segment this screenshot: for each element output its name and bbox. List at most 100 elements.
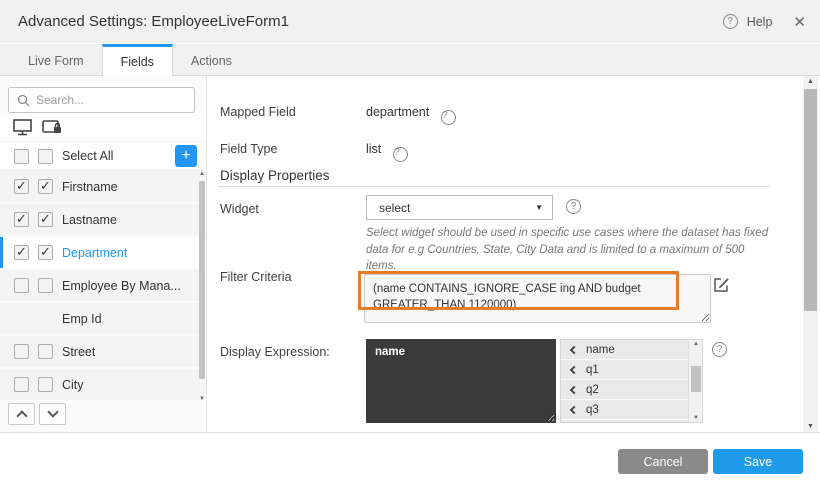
field-row-employee-by-manager[interactable]: Employee By Mana...	[0, 270, 206, 301]
scroll-up-icon[interactable]: ▲	[198, 171, 206, 177]
search-icon	[17, 94, 30, 107]
scroll-up-icon[interactable]: ▲	[689, 341, 703, 347]
filter-criteria-label: Filter Criteria	[220, 270, 292, 284]
help-label[interactable]: Help	[747, 15, 773, 29]
chevron-down-icon	[47, 406, 58, 417]
scrollbar-thumb[interactable]	[691, 366, 701, 392]
web-checkbox[interactable]	[14, 245, 29, 260]
web-checkbox[interactable]	[14, 278, 29, 293]
main-panel-scrollbar[interactable]: ▲ ▼	[803, 76, 818, 432]
expression-list-scrollbar[interactable]: ▲ ▼	[688, 340, 702, 422]
help-icon[interactable]: ?	[723, 14, 738, 29]
mobile-checkbox[interactable]	[38, 245, 53, 260]
select-all-mobile-checkbox[interactable]	[38, 149, 53, 164]
tab-fields[interactable]: Fields	[102, 44, 173, 76]
tabbar: Live Form Fields Actions	[0, 43, 820, 76]
mobile-checkbox[interactable]	[38, 212, 53, 227]
field-row-emp-id[interactable]: Emp Id	[0, 303, 206, 334]
field-row-lastname[interactable]: Lastname	[0, 204, 206, 235]
scroll-down-icon[interactable]: ▼	[803, 423, 818, 430]
content-area: Select All + Firstname Lastname Depa	[0, 76, 820, 432]
expression-field-q1[interactable]: q1	[561, 360, 689, 380]
expression-field-q3[interactable]: q3	[561, 400, 689, 420]
field-row-firstname[interactable]: Firstname	[0, 171, 206, 202]
section-divider	[218, 186, 770, 187]
scrollbar-thumb[interactable]	[804, 89, 817, 311]
web-checkbox[interactable]	[14, 344, 29, 359]
desktop-icon[interactable]	[13, 119, 32, 136]
mapped-field-value: department?	[366, 105, 456, 125]
close-icon[interactable]: ✕	[793, 13, 806, 31]
expression-fields-list: name q1 q2 q3 ▲	[560, 339, 703, 423]
select-all-web-checkbox[interactable]	[14, 149, 29, 164]
select-all-row: Select All +	[0, 142, 206, 171]
expression-field-name[interactable]: name	[561, 340, 689, 360]
field-row-label: Street	[62, 345, 95, 359]
field-type-help-icon[interactable]: ?	[393, 147, 408, 162]
move-down-button[interactable]	[39, 403, 66, 425]
mobile-checkbox[interactable]	[38, 377, 53, 392]
titlebar: Advanced Settings: EmployeeLiveForm1 ? H…	[0, 0, 820, 43]
add-field-button[interactable]: +	[175, 145, 197, 167]
expression-field-q2[interactable]: q2	[561, 380, 689, 400]
save-button[interactable]: Save	[713, 449, 803, 474]
tab-actions[interactable]: Actions	[173, 44, 250, 75]
widget-hint-text: Select widget should be used in specific…	[366, 225, 776, 275]
field-row-label: Firstname	[62, 180, 118, 194]
web-checkbox[interactable]	[14, 377, 29, 392]
filter-criteria-textarea[interactable]: (name CONTAINS_IGNORE_CASE ing AND budge…	[364, 274, 711, 323]
fields-sidebar: Select All + Firstname Lastname Depa	[0, 76, 207, 432]
dialog-title: Advanced Settings: EmployeeLiveForm1	[0, 13, 289, 30]
chevron-up-icon	[16, 410, 27, 421]
display-properties-heading: Display Properties	[220, 168, 330, 183]
display-expression-label: Display Expression:	[220, 345, 330, 359]
field-type-value: list?	[366, 142, 408, 162]
device-column-header	[0, 113, 206, 142]
select-all-label: Select All	[62, 149, 113, 163]
move-up-button[interactable]	[8, 403, 35, 425]
sidebar-scrollbar[interactable]: ▲ ▼	[198, 171, 206, 402]
search-input[interactable]	[36, 93, 176, 107]
field-reorder-controls	[8, 403, 66, 425]
chevron-left-icon	[570, 405, 578, 413]
display-expression-help-icon[interactable]: ?	[712, 342, 727, 357]
dialog-footer: Cancel Save	[0, 432, 820, 488]
widget-select[interactable]: select ▼	[366, 195, 553, 220]
mapped-field-label: Mapped Field	[220, 105, 296, 119]
advanced-settings-dialog: Advanced Settings: EmployeeLiveForm1 ? H…	[0, 0, 820, 488]
chevron-left-icon	[570, 365, 578, 373]
field-row-street[interactable]: Street	[0, 336, 206, 367]
field-type-label: Field Type	[220, 142, 277, 156]
mobile-lock-icon[interactable]	[42, 119, 63, 136]
chevron-left-icon	[570, 345, 578, 353]
tab-live-form[interactable]: Live Form	[10, 44, 102, 75]
widget-label: Widget	[220, 202, 259, 216]
chevron-left-icon	[570, 385, 578, 393]
field-list: Firstname Lastname Department Employee B…	[0, 171, 206, 402]
field-settings-panel: Mapped Field department? Field Type list…	[208, 76, 802, 432]
widget-selected-value: select	[379, 201, 410, 215]
widget-help-icon[interactable]: ?	[566, 199, 581, 214]
scrollbar-thumb[interactable]	[199, 181, 205, 379]
mobile-checkbox[interactable]	[38, 344, 53, 359]
scroll-down-icon[interactable]: ▼	[689, 415, 703, 421]
field-row-label: Employee By Mana...	[62, 279, 181, 293]
cancel-button[interactable]: Cancel	[618, 449, 708, 474]
field-row-label: Lastname	[62, 213, 117, 227]
display-expression-textarea[interactable]: name	[366, 339, 556, 423]
dropdown-caret-icon: ▼	[535, 203, 543, 212]
field-row-city[interactable]: City	[0, 369, 206, 400]
search-box[interactable]	[8, 87, 195, 113]
edit-icon[interactable]	[713, 276, 730, 293]
field-row-label: City	[62, 378, 84, 392]
mobile-checkbox[interactable]	[38, 278, 53, 293]
field-row-label: Emp Id	[62, 312, 102, 326]
web-checkbox[interactable]	[14, 212, 29, 227]
mapped-field-help-icon[interactable]: ?	[441, 110, 456, 125]
web-checkbox[interactable]	[14, 179, 29, 194]
scroll-up-icon[interactable]: ▲	[803, 78, 818, 85]
field-row-department[interactable]: Department	[0, 237, 206, 268]
mobile-checkbox[interactable]	[38, 179, 53, 194]
scroll-down-icon[interactable]: ▼	[198, 396, 206, 402]
field-row-label: Department	[62, 246, 127, 260]
